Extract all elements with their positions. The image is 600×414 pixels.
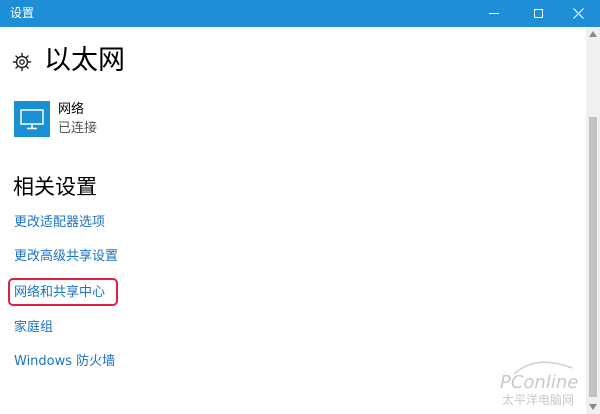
scroll-down-button[interactable] — [586, 400, 600, 414]
related-settings-heading: 相关设置 — [13, 175, 97, 199]
title-bar: 设置 — [0, 0, 600, 27]
windows-firewall-link[interactable]: Windows 防火墙 — [14, 353, 115, 371]
page-title: 以太网 — [44, 45, 125, 76]
vertical-scrollbar[interactable] — [586, 27, 600, 414]
monitor-icon — [20, 109, 44, 130]
change-advanced-sharing-link[interactable]: 更改高级共享设置 — [14, 248, 118, 266]
settings-content: 以太网 网络 已连接 相关设置 更改适配器选项 更改高级共享设置 网络和共享中心… — [0, 27, 586, 414]
network-status: 已连接 — [58, 121, 98, 136]
minimize-icon — [489, 13, 499, 14]
network-sharing-center-link[interactable]: 网络和共享中心 — [14, 284, 105, 302]
close-button[interactable] — [556, 0, 600, 27]
chevron-down-icon — [589, 404, 597, 410]
scroll-up-button[interactable] — [586, 27, 600, 41]
close-icon — [572, 8, 584, 19]
scrollbar-thumb[interactable] — [589, 117, 597, 397]
maximize-button[interactable] — [516, 0, 560, 27]
network-name[interactable]: 网络 — [58, 101, 84, 118]
homegroup-link[interactable]: 家庭组 — [14, 319, 53, 337]
maximize-icon — [533, 9, 543, 18]
chevron-up-icon — [589, 31, 597, 37]
change-adapter-options-link[interactable]: 更改适配器选项 — [14, 214, 105, 232]
window-title: 设置 — [10, 6, 35, 20]
gear-icon — [12, 52, 32, 72]
network-tile[interactable] — [14, 101, 50, 137]
minimize-button[interactable] — [472, 0, 516, 27]
